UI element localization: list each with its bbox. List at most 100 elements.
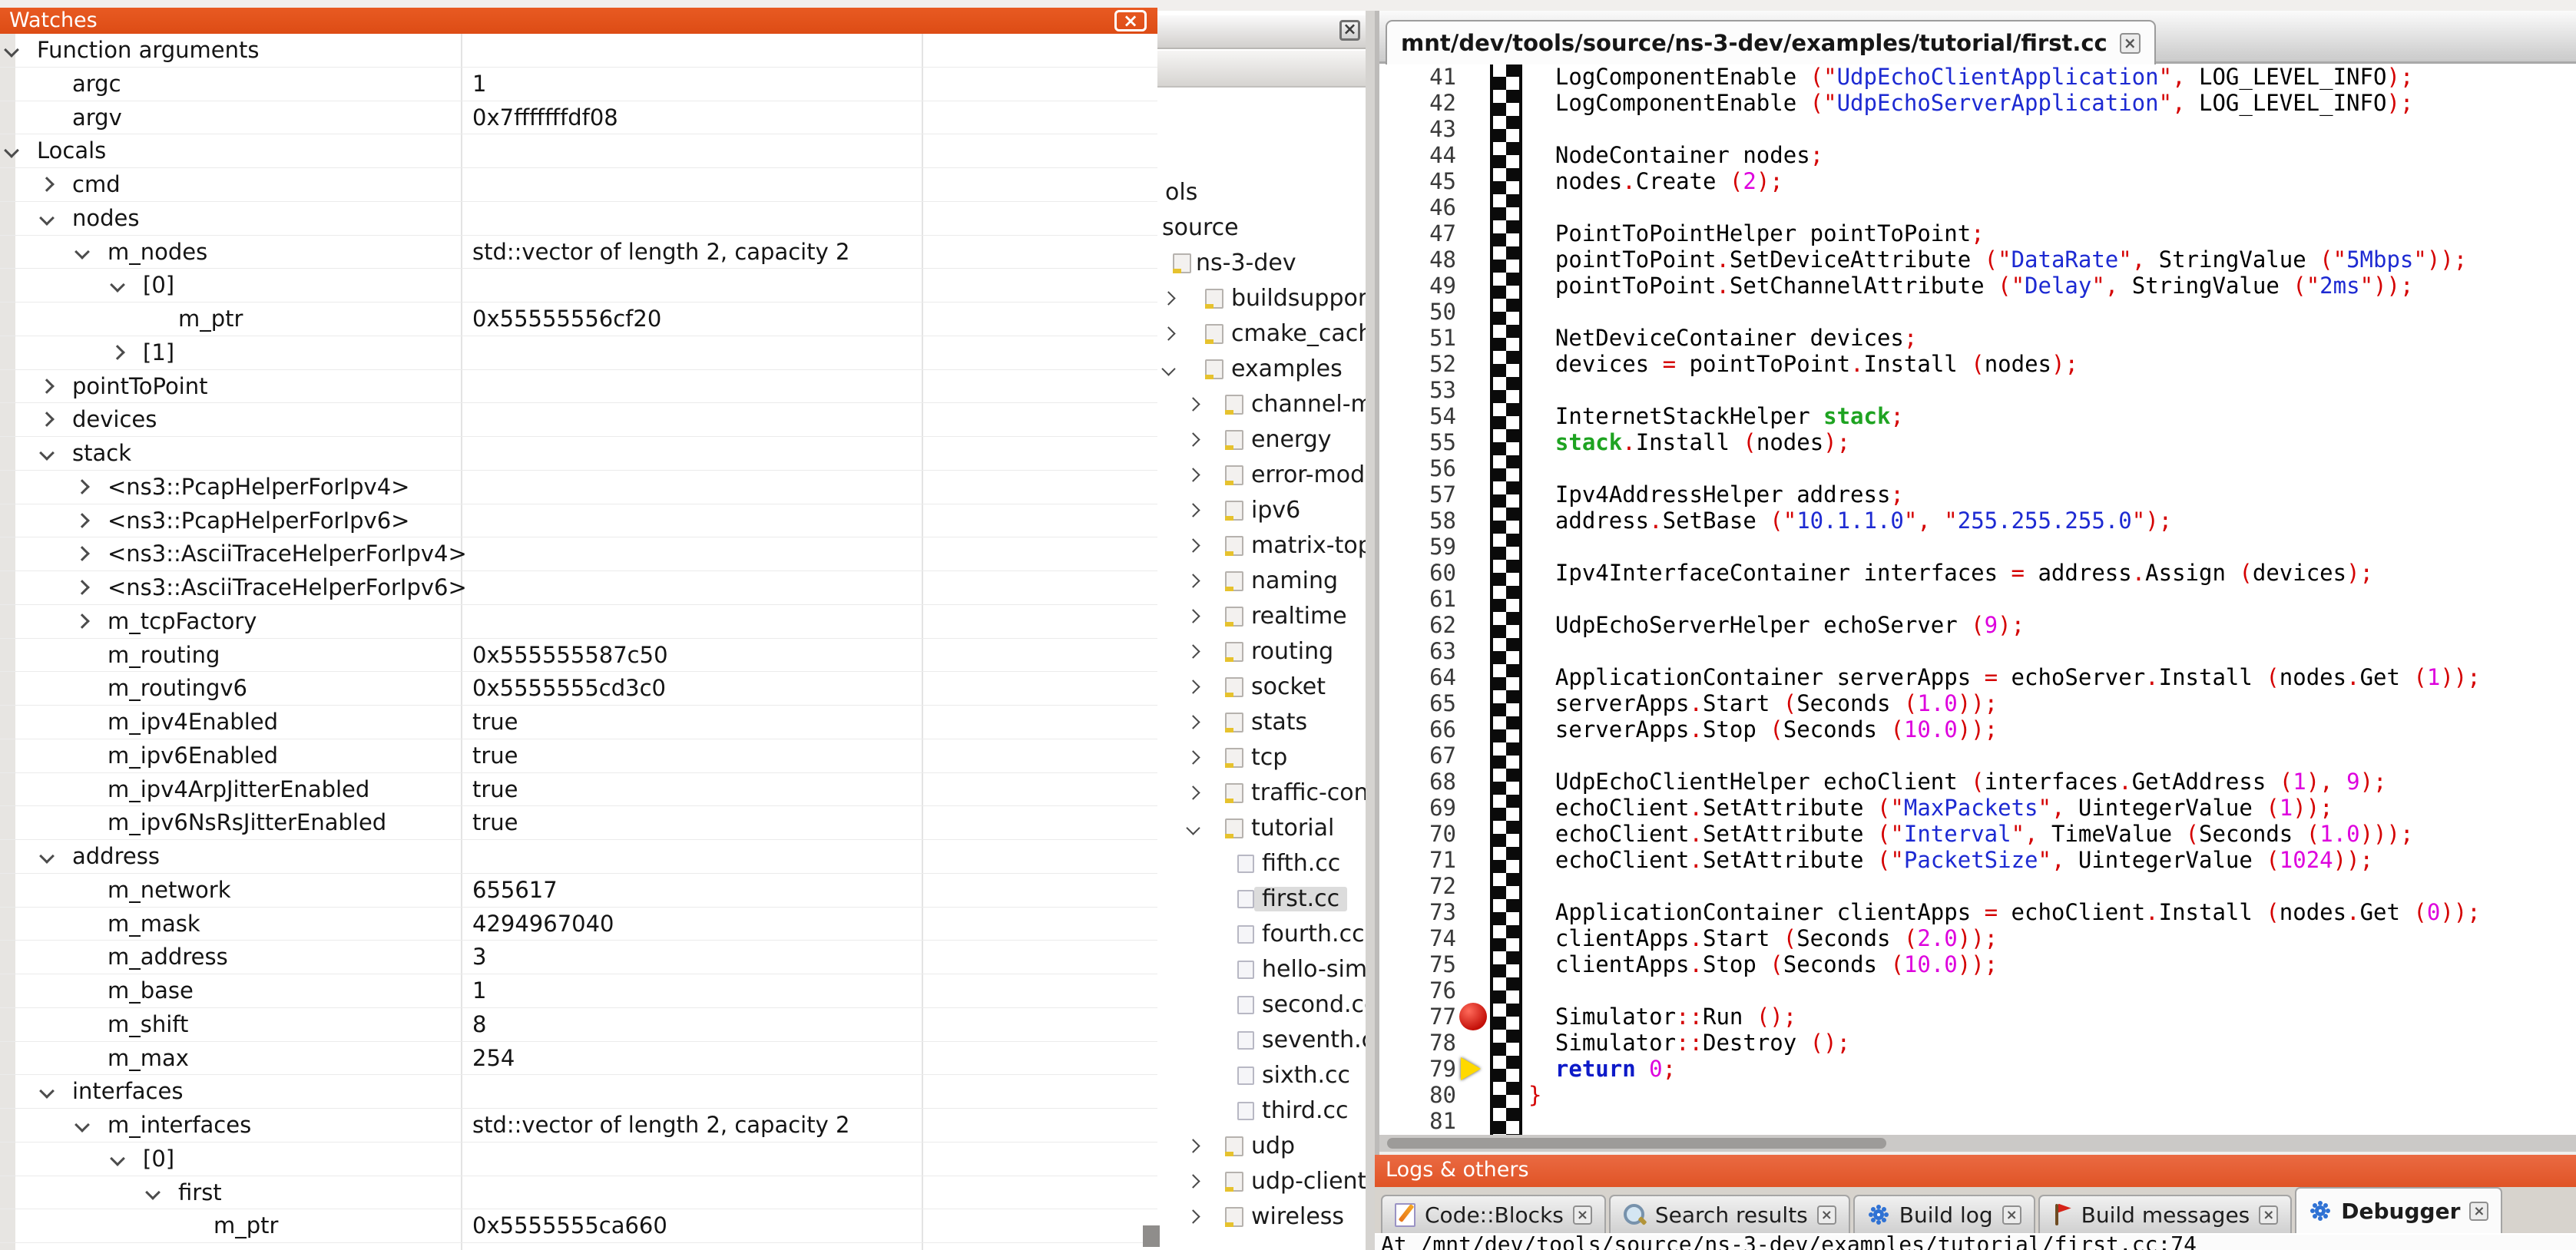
chevron-down-icon[interactable]	[1161, 362, 1175, 375]
chevron-right-icon[interactable]	[39, 177, 55, 192]
line-number[interactable]: 68	[1379, 769, 1456, 795]
watch-row[interactable]: Function arguments	[0, 34, 1157, 68]
line-number[interactable]: 41	[1379, 64, 1456, 90]
line-number[interactable]: 78	[1379, 1030, 1456, 1056]
tree-item-udp-client-ser[interactable]: udp-client-ser	[1157, 1169, 1366, 1195]
line-number[interactable]: 73	[1379, 899, 1456, 925]
line-number[interactable]: 66	[1379, 716, 1456, 742]
code-text[interactable]: }	[1528, 1082, 1541, 1108]
code-text[interactable]: UdpEchoClientHelper echoClient (interfac…	[1528, 769, 2387, 795]
line-number[interactable]: 76	[1379, 977, 1456, 1004]
code-text[interactable]: stack.Install (nodes);	[1528, 429, 1850, 455]
code-text[interactable]: address.SetBase ("10.1.1.0", "255.255.25…	[1528, 508, 2172, 534]
code-text[interactable]: return 0;	[1528, 1056, 1676, 1082]
chevron-down-icon[interactable]	[39, 1083, 55, 1099]
tree-item-stats[interactable]: stats	[1157, 710, 1366, 736]
code-text[interactable]: Simulator::Run ();	[1528, 1004, 1796, 1030]
watch-row[interactable]: pointToPoint	[0, 370, 1157, 404]
watch-row[interactable]: m_interfacesstd::vector of length 2, cap…	[0, 1109, 1157, 1143]
log-tab-build-messages[interactable]: Build messages×	[2038, 1195, 2293, 1233]
horizontal-scrollbar-thumb[interactable]	[1387, 1138, 1886, 1149]
watch-row[interactable]: <ns3::AsciiTraceHelperForIpv6>	[0, 571, 1157, 605]
code-text[interactable]: Ipv4AddressHelper address;	[1528, 481, 1904, 508]
tree-item-error-model[interactable]: error-model	[1157, 463, 1366, 489]
line-number[interactable]: 48	[1379, 246, 1456, 273]
line-number[interactable]: 71	[1379, 847, 1456, 873]
line-number[interactable]: 59	[1379, 534, 1456, 560]
watch-row[interactable]: nodes	[0, 202, 1157, 236]
watch-row[interactable]: argc1	[0, 68, 1157, 101]
line-number[interactable]: 56	[1379, 455, 1456, 481]
watch-row[interactable]: interfaces	[0, 1075, 1157, 1109]
tree-item-first-cc[interactable]: first.cc	[1157, 887, 1366, 913]
chevron-right-icon[interactable]	[1186, 503, 1200, 517]
line-number[interactable]: 72	[1379, 873, 1456, 899]
line-number[interactable]: 54	[1379, 403, 1456, 429]
watch-row[interactable]: m_mask4294967040	[0, 908, 1157, 941]
close-icon[interactable]: ×	[2469, 1202, 2488, 1221]
chevron-right-icon[interactable]	[1186, 574, 1200, 587]
line-number[interactable]: 67	[1379, 742, 1456, 769]
chevron-right-icon[interactable]	[39, 412, 55, 427]
horizontal-scrollbar[interactable]	[1379, 1135, 2576, 1152]
tab-close-icon[interactable]: ×	[2120, 33, 2141, 54]
chevron-right-icon[interactable]	[1186, 432, 1200, 446]
chevron-right-icon[interactable]	[74, 479, 90, 494]
line-number[interactable]: 55	[1379, 429, 1456, 455]
line-number[interactable]: 58	[1379, 508, 1456, 534]
chevron-down-icon[interactable]	[39, 848, 55, 864]
chevron-right-icon[interactable]	[1186, 1209, 1200, 1223]
log-tab-build-log[interactable]: Build log×	[1853, 1195, 2035, 1233]
watch-row[interactable]: m_tcpFactory	[0, 605, 1157, 639]
tree-item-energy[interactable]: energy	[1157, 428, 1366, 454]
line-number[interactable]: 53	[1379, 377, 1456, 403]
chevron-right-icon[interactable]	[1186, 609, 1200, 623]
watch-row[interactable]: m_ptr0x55555556cf20	[0, 303, 1157, 336]
watch-row[interactable]: m_address3	[0, 941, 1157, 974]
chevron-right-icon[interactable]	[1186, 538, 1200, 552]
chevron-right-icon[interactable]	[1186, 715, 1200, 729]
line-number[interactable]: 70	[1379, 821, 1456, 847]
log-tab-debugger[interactable]: Debugger×	[2295, 1187, 2502, 1233]
code-text[interactable]: pointToPoint.SetChannelAttribute ("Delay…	[1528, 273, 2413, 299]
watch-row[interactable]: m_routing0x555555587c50	[0, 639, 1157, 673]
tree-item-traffic-contro[interactable]: traffic-contro	[1157, 781, 1366, 807]
chevron-right-icon[interactable]	[1186, 468, 1200, 481]
tree-item-seventh-cc[interactable]: seventh.cc	[1157, 1028, 1366, 1054]
code-text[interactable]: nodes.Create (2);	[1528, 168, 1783, 194]
tree-item-third-cc[interactable]: third.cc	[1157, 1099, 1366, 1125]
tree-item-fifth-cc[interactable]: fifth.cc	[1157, 852, 1366, 878]
log-tab-code-blocks[interactable]: Code::Blocks×	[1381, 1195, 1606, 1233]
chevron-down-icon[interactable]	[39, 445, 55, 461]
chevron-right-icon[interactable]	[1186, 785, 1200, 799]
code-text[interactable]: Simulator::Destroy ();	[1528, 1030, 1850, 1056]
line-number[interactable]: 47	[1379, 220, 1456, 246]
line-number[interactable]: 51	[1379, 325, 1456, 351]
watch-row[interactable]: m_routingv60x5555555cd3c0	[0, 672, 1157, 706]
line-number[interactable]: 80	[1379, 1082, 1456, 1108]
tree-item-ns-3-dev[interactable]: ns-3-dev	[1157, 251, 1366, 277]
watch-row[interactable]: [0]	[0, 1143, 1157, 1176]
line-number[interactable]: 44	[1379, 142, 1456, 168]
watch-row[interactable]: m_network655617	[0, 874, 1157, 908]
tree-item-tutorial[interactable]: tutorial	[1157, 816, 1366, 842]
line-number[interactable]: 42	[1379, 90, 1456, 116]
watch-row[interactable]: m_ipv6Enabledtrue	[0, 739, 1157, 773]
tree-item-buildsupport[interactable]: buildsupport	[1157, 286, 1366, 312]
chevron-right-icon[interactable]	[1186, 1139, 1200, 1152]
code-area[interactable]: 41 LogComponentEnable ("UdpEchoClientApp…	[1379, 64, 2576, 1135]
chevron-right-icon[interactable]	[1186, 397, 1200, 411]
close-icon[interactable]: ×	[2259, 1205, 2278, 1225]
chevron-down-icon[interactable]	[39, 210, 55, 226]
chevron-right-icon[interactable]	[110, 345, 125, 360]
watch-row[interactable]: cmd	[0, 168, 1157, 202]
tree-item-channel-mode[interactable]: channel-mode	[1157, 392, 1366, 418]
tree-item-examples[interactable]: examples	[1157, 357, 1366, 383]
line-number[interactable]: 69	[1379, 795, 1456, 821]
watch-row[interactable]: m_ptr0x5555555ca660	[0, 1209, 1157, 1243]
watch-row[interactable]: m_shift8	[0, 1008, 1157, 1042]
watch-row[interactable]: argv0x7fffffffdf08	[0, 101, 1157, 135]
code-text[interactable]: Ipv4InterfaceContainer interfaces = addr…	[1528, 560, 2373, 586]
chevron-right-icon[interactable]	[1186, 680, 1200, 693]
chevron-right-icon[interactable]	[1186, 644, 1200, 658]
